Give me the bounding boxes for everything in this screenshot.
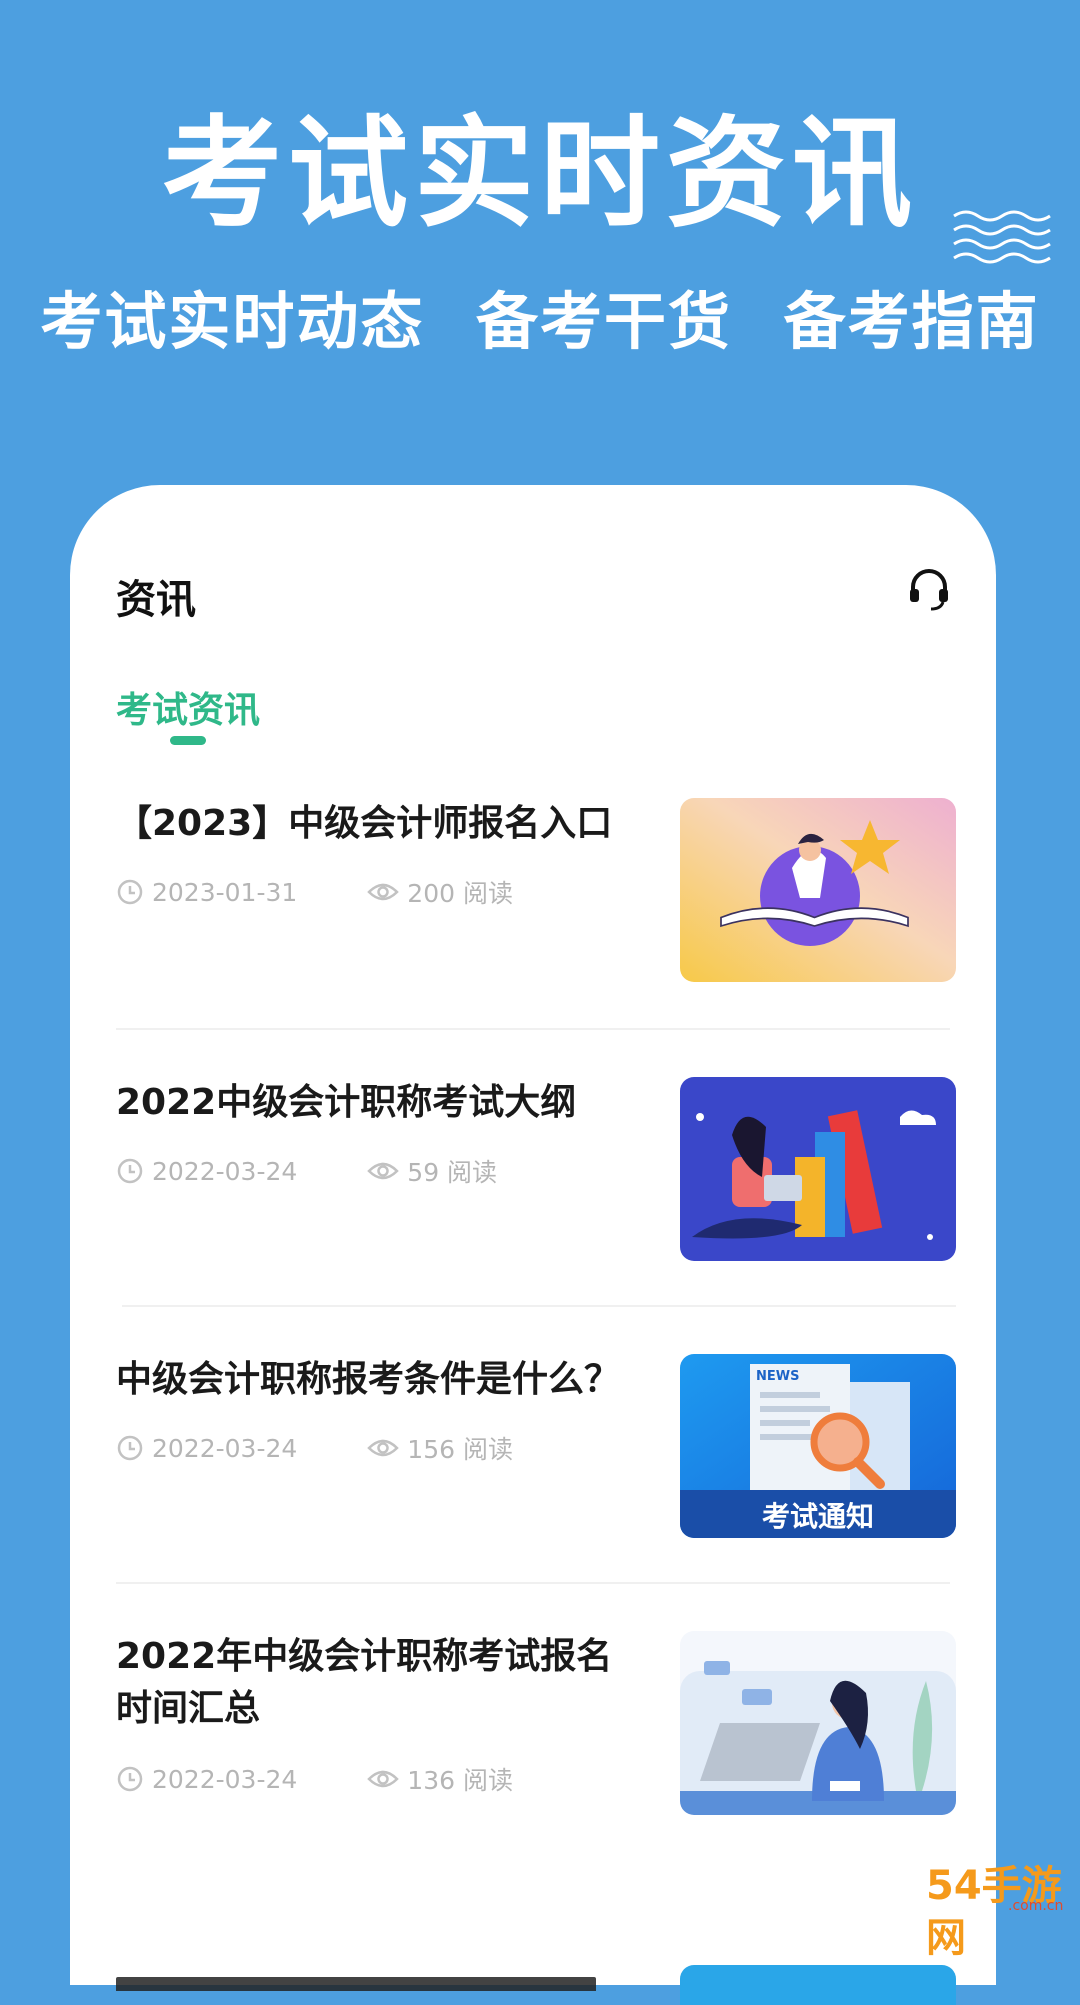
article-date: 2023-01-31 xyxy=(152,877,298,907)
list-item[interactable]: 【2023】中级会计师报名入口 2023-01-31 200 阅读 xyxy=(116,798,956,1038)
article-title-partial xyxy=(116,1961,596,1991)
article-title: 中级会计职称报考条件是什么？ xyxy=(116,1359,621,1400)
wave-decoration-icon xyxy=(953,210,1051,264)
article-title: 【2023】中级会计师报名入口 xyxy=(116,803,613,844)
article-date: 2022-03-24 xyxy=(152,1156,298,1186)
article-thumbnail xyxy=(680,1631,956,1815)
article-views: 200 阅读 xyxy=(407,879,513,908)
page-title: 资讯 xyxy=(116,577,196,623)
article-views: 156 阅读 xyxy=(407,1435,513,1464)
article-meta: 2022-03-24 59 阅读 xyxy=(116,1153,497,1189)
watermark-domain: .com.cn xyxy=(1008,1898,1064,1914)
divider xyxy=(116,1582,950,1584)
clock-icon xyxy=(117,1158,143,1184)
article-title: 2022年中级会计职称考试报名时间汇总 xyxy=(116,1636,613,1729)
clock-icon xyxy=(117,1766,143,1792)
hero-title: 考试实时资讯 xyxy=(162,105,918,244)
eye-icon xyxy=(367,883,400,901)
article-meta: 2023-01-31 200 阅读 xyxy=(116,874,513,910)
article-date: 2022-03-24 xyxy=(152,1433,298,1463)
tab-exam-news[interactable]: 考试资讯 xyxy=(116,681,260,733)
clock-icon xyxy=(117,879,143,905)
article-thumbnail: NEWS 考试通知 xyxy=(680,1354,956,1538)
clock-icon xyxy=(117,1435,143,1461)
article-thumbnail xyxy=(680,1077,956,1261)
hero-subtitle-1: 考试实时动态 xyxy=(40,285,425,358)
article-views: 59 阅读 xyxy=(407,1158,498,1187)
eye-icon xyxy=(367,1162,400,1180)
list-item[interactable]: 2022中级会计职称考试大纲 2022-03-24 59 阅读 xyxy=(116,1077,956,1317)
article-thumbnail-partial xyxy=(680,1965,956,2005)
thumb-news-label: NEWS xyxy=(756,1369,799,1384)
article-meta: 2022-03-24 136 阅读 xyxy=(116,1761,513,1797)
eye-icon xyxy=(367,1770,400,1788)
hero-subtitle-3: 备考指南 xyxy=(783,285,1040,358)
watermark-logo: 54手游网 .com.cn xyxy=(926,1860,1076,1961)
list-item[interactable]: 中级会计职称报考条件是什么？ 2022-03-24 156 阅读 NEWS 考试… xyxy=(116,1354,956,1594)
headset-icon[interactable] xyxy=(906,565,952,611)
eye-icon xyxy=(367,1439,400,1457)
hero-subtitle-2: 备考干货 xyxy=(475,285,732,358)
hero-subtitle: 考试实时动态 备考干货 备考指南 xyxy=(0,282,1080,362)
article-thumbnail xyxy=(680,798,956,982)
tab-active-indicator xyxy=(170,736,206,745)
list-item[interactable]: 2022年中级会计职称考试报名时间汇总 2022-03-24 136 阅读 xyxy=(116,1631,956,1891)
phone-screen: 资讯 考试资讯 【2023】中级会计师报名入口 2023-01-31 200 阅… xyxy=(70,485,996,2005)
article-date: 2022-03-24 xyxy=(152,1764,298,1794)
thumb-caption: 考试通知 xyxy=(762,1500,874,1533)
list-item-partial[interactable] xyxy=(116,1905,956,2005)
article-title: 2022中级会计职称考试大纲 xyxy=(116,1082,577,1123)
divider xyxy=(116,1028,950,1030)
divider xyxy=(122,1305,956,1307)
article-views: 136 阅读 xyxy=(407,1766,513,1795)
article-meta: 2022-03-24 156 阅读 xyxy=(116,1430,513,1466)
